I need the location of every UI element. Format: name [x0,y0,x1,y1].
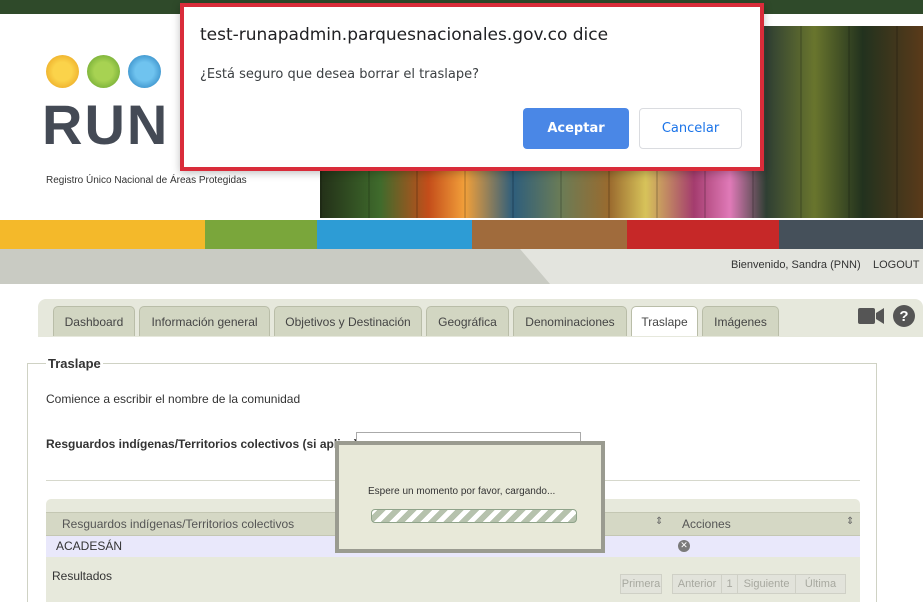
tab-geografica[interactable]: Geográfica [426,306,509,336]
column-header-acciones[interactable]: Acciones [682,517,731,531]
color-bar-segment [317,220,472,249]
color-bar-segment [0,220,205,249]
color-bar-segment [205,220,317,249]
logout-link[interactable]: LOGOUT [873,259,919,271]
loading-progress-bar [371,509,577,523]
table-cell-name: ACADESÁN [56,539,123,553]
color-bar-segment [779,220,923,249]
logo-text: RUN [42,93,170,156]
mountain-icon [128,55,161,88]
color-bar-segment [627,220,779,249]
results-label: Resultados [52,569,113,583]
palm-icon [46,55,79,88]
cancel-button[interactable]: Cancelar [639,108,742,149]
loading-text: Espere un momento por favor, cargando... [368,486,556,497]
tab-dashboard[interactable]: Dashboard [53,306,135,336]
sort-icon[interactable]: ⇕ [655,516,663,527]
dialog-message: ¿Está seguro que desea borrar el traslap… [200,67,479,82]
dialog-title: test-runapadmin.parquesnacionales.gov.co… [200,25,609,45]
tab-objetivos-destinacion[interactable]: Objetivos y Destinación [274,306,422,336]
pager-last-button[interactable]: Última [795,574,846,594]
pager-page-number[interactable]: 1 [721,574,738,594]
column-header-resguardos[interactable]: Resguardos indígenas/Territorios colecti… [62,517,294,531]
user-bar-highlight [520,249,923,284]
pager-first-button[interactable]: Primera [620,574,662,594]
leaf-icon [87,55,120,88]
tab-denominaciones[interactable]: Denominaciones [513,306,627,336]
pager-prev-button[interactable]: Anterior [672,574,722,594]
logo-subtitle: Registro Único Nacional de Áreas Protegi… [46,175,247,186]
loading-overlay [335,441,605,553]
help-icon[interactable]: ? [893,305,915,327]
color-bar-segment [472,220,627,249]
sort-icon[interactable]: ⇕ [846,516,854,527]
instruction-text: Comience a escribir el nombre de la comu… [46,392,301,406]
tab-informacion-general[interactable]: Información general [139,306,270,336]
delete-icon[interactable]: ✕ [678,540,690,552]
accept-button[interactable]: Aceptar [523,108,629,149]
tab-imagenes[interactable]: Imágenes [702,306,779,336]
pager-next-button[interactable]: Siguiente [737,574,796,594]
welcome-text: Bienvenido, Sandra (PNN) [731,259,861,271]
section-title: Traslape [46,356,103,371]
tab-traslape[interactable]: Traslape [631,306,698,336]
video-camera-icon[interactable] [858,307,884,325]
field-label: Resguardos indígenas/Territorios colecti… [46,437,358,451]
